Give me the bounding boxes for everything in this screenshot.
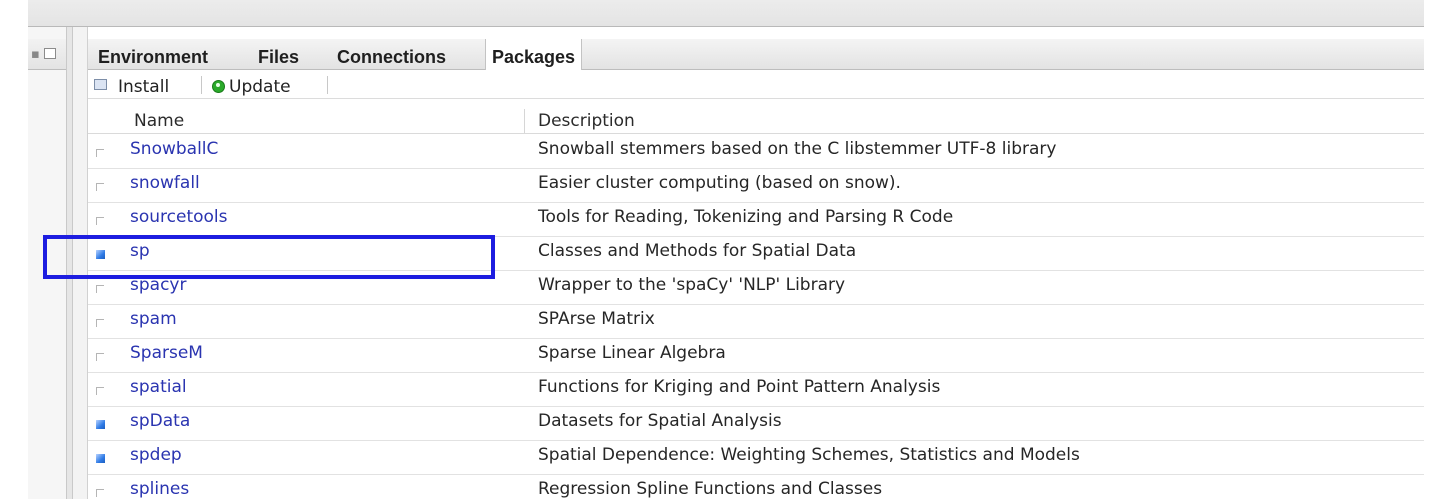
rstudio-window: ▪ Environment Files Connections Packages… xyxy=(0,0,1452,499)
packages-toolbar: Install Update xyxy=(88,70,1424,99)
load-checkbox[interactable] xyxy=(96,420,105,429)
package-description: Classes and Methods for Spatial Data xyxy=(538,241,857,261)
window-top-bar xyxy=(28,0,1424,27)
table-row[interactable]: SnowballC Snowball stemmers based on the… xyxy=(88,134,1424,169)
column-header-name[interactable]: Name xyxy=(134,111,184,131)
load-checkbox[interactable] xyxy=(96,489,104,497)
package-name-link[interactable]: SparseM xyxy=(130,343,203,363)
load-checkbox[interactable] xyxy=(96,149,104,157)
package-description: Tools for Reading, Tokenizing and Parsin… xyxy=(538,207,954,227)
package-description: Spatial Dependence: Weighting Schemes, S… xyxy=(538,445,1080,465)
load-checkbox[interactable] xyxy=(96,217,104,225)
table-row[interactable]: spam SPArse Matrix xyxy=(88,304,1424,339)
packages-pane: Environment Files Connections Packages I… xyxy=(88,27,1424,499)
package-name-link[interactable]: splines xyxy=(130,479,189,499)
pane-tab-bar: Environment Files Connections Packages xyxy=(88,39,1424,70)
load-checkbox[interactable] xyxy=(96,285,104,293)
tab-files[interactable]: Files xyxy=(252,39,305,69)
load-checkbox[interactable] xyxy=(96,353,104,361)
package-name-link[interactable]: spdep xyxy=(130,445,182,465)
load-checkbox[interactable] xyxy=(96,250,105,259)
tab-connections[interactable]: Connections xyxy=(331,39,452,69)
package-name-link[interactable]: SnowballC xyxy=(130,139,218,159)
package-description: Sparse Linear Algebra xyxy=(538,343,726,363)
toolbar-divider xyxy=(327,76,328,94)
package-name-link[interactable]: sp xyxy=(130,241,150,261)
update-icon xyxy=(212,80,225,93)
load-checkbox[interactable] xyxy=(96,387,104,395)
table-row[interactable]: SparseM Sparse Linear Algebra xyxy=(88,338,1424,373)
package-description: Regression Spline Functions and Classes xyxy=(538,479,883,499)
package-description: Snowball stemmers based on the C libstem… xyxy=(538,139,1057,159)
column-divider[interactable] xyxy=(524,109,525,133)
table-row[interactable]: splines Regression Spline Functions and … xyxy=(88,474,1424,499)
table-row[interactable]: spData Datasets for Spatial Analysis xyxy=(88,406,1424,441)
package-name-link[interactable]: spatial xyxy=(130,377,187,397)
install-button[interactable]: Install xyxy=(118,70,169,98)
minimize-icon[interactable]: ▪ xyxy=(31,48,40,61)
left-pane-collapsed: ▪ xyxy=(28,27,66,499)
pane-splitter[interactable] xyxy=(66,27,73,499)
tab-packages[interactable]: Packages xyxy=(485,39,583,70)
package-name-link[interactable]: snowfall xyxy=(130,173,200,193)
toolbar-divider xyxy=(201,76,202,94)
package-description: Easier cluster computing (based on snow)… xyxy=(538,173,901,193)
maximize-icon[interactable] xyxy=(44,48,56,59)
left-pane-header: ▪ xyxy=(28,39,66,70)
install-icon xyxy=(94,79,107,90)
package-name-link[interactable]: spacyr xyxy=(130,275,186,295)
table-row[interactable]: spdep Spatial Dependence: Weighting Sche… xyxy=(88,440,1424,475)
load-checkbox[interactable] xyxy=(96,319,104,327)
table-row[interactable]: spatial Functions for Kriging and Point … xyxy=(88,372,1424,407)
update-button[interactable]: Update xyxy=(229,70,291,98)
row-gutter xyxy=(73,27,88,499)
column-header-description[interactable]: Description xyxy=(538,111,635,131)
table-row[interactable]: sourcetools Tools for Reading, Tokenizin… xyxy=(88,202,1424,237)
table-row[interactable]: spacyr Wrapper to the 'spaCy' 'NLP' Libr… xyxy=(88,270,1424,305)
package-name-link[interactable]: spData xyxy=(130,411,190,431)
table-header: Name Description xyxy=(88,109,1424,134)
load-checkbox[interactable] xyxy=(96,454,105,463)
table-row[interactable]: sp Classes and Methods for Spatial Data xyxy=(88,236,1424,271)
package-name-link[interactable]: spam xyxy=(130,309,177,329)
package-description: Datasets for Spatial Analysis xyxy=(538,411,782,431)
package-description: Wrapper to the 'spaCy' 'NLP' Library xyxy=(538,275,846,295)
tab-environment[interactable]: Environment xyxy=(92,39,214,69)
package-description: SPArse Matrix xyxy=(538,309,655,329)
load-checkbox[interactable] xyxy=(96,183,104,191)
package-description: Functions for Kriging and Point Pattern … xyxy=(538,377,941,397)
package-name-link[interactable]: sourcetools xyxy=(130,207,228,227)
table-row[interactable]: snowfall Easier cluster computing (based… xyxy=(88,168,1424,203)
